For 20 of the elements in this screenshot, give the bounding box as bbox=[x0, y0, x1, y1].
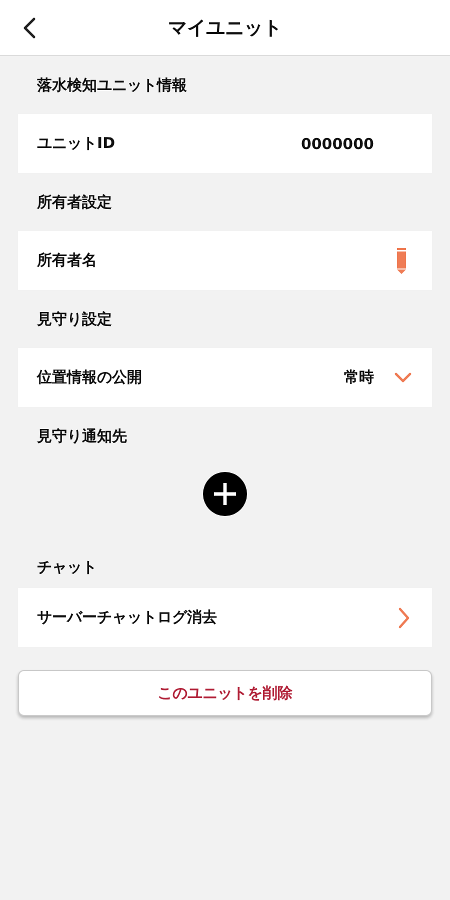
chevron-down-icon[interactable] bbox=[394, 372, 412, 383]
screen-title: マイユニット bbox=[168, 16, 282, 40]
add-icon[interactable] bbox=[203, 472, 247, 516]
dropdown-value: 常時 bbox=[344, 368, 374, 387]
dropdown-row[interactable]: 位置情報の公開 常時 bbox=[18, 348, 432, 407]
section-heading: 見守り設定 bbox=[36, 308, 113, 330]
row-value: 0000000 bbox=[300, 134, 374, 152]
row-label: 位置情報の公開 bbox=[37, 368, 143, 387]
section-heading: 落水検知ユニット情報 bbox=[36, 74, 188, 96]
back-icon[interactable] bbox=[22, 17, 36, 39]
row-label: ユニットID bbox=[37, 134, 116, 153]
section-heading: 所有者設定 bbox=[36, 192, 113, 212]
pencil-icon[interactable] bbox=[396, 248, 407, 274]
row-label: 所有者名 bbox=[37, 251, 98, 270]
chevron-right-icon[interactable] bbox=[398, 606, 410, 628]
section-heading: チャット bbox=[36, 557, 98, 578]
row-label: サーバーチャットログ消去 bbox=[37, 608, 218, 627]
delete-button[interactable]: このユニットを削除 bbox=[18, 670, 432, 716]
link-row[interactable]: サーバーチャットログ消去 bbox=[18, 588, 432, 647]
section-heading: 見守り通知先 bbox=[36, 426, 128, 446]
